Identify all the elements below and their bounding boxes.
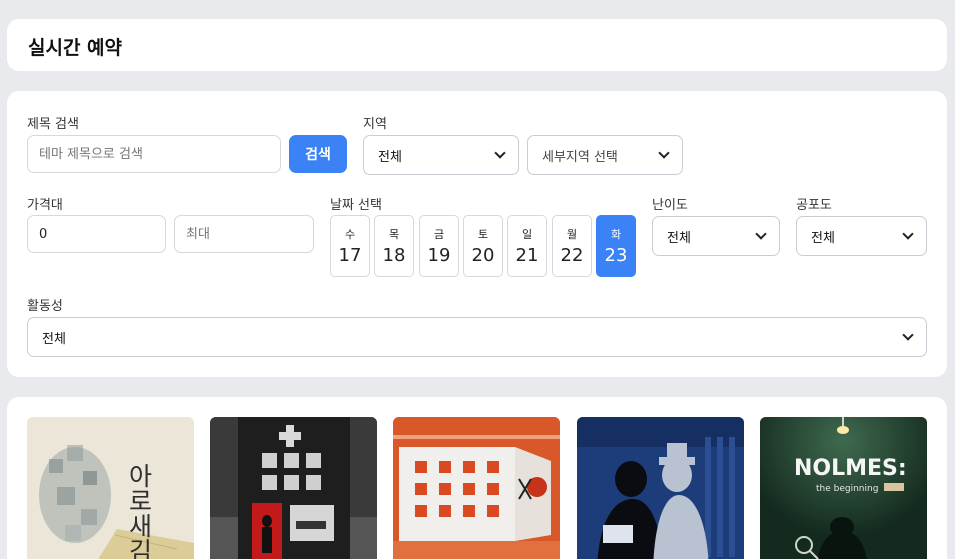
search-label: 제목 검색 xyxy=(27,117,79,132)
subregion-select[interactable]: 세부지역 선택 xyxy=(527,135,683,175)
chevron-down-icon xyxy=(494,147,506,159)
date-day[interactable]: 수 17 xyxy=(330,215,370,277)
day-number: 23 xyxy=(604,245,628,266)
filter-panel: 제목 검색 검색 지역 전체 세부지역 선택 가격대 날짜 선택 수 17 목 … xyxy=(7,91,947,377)
poster-subtitle: the beginning xyxy=(816,484,878,494)
day-number: 18 xyxy=(382,245,406,266)
theme-poster-image xyxy=(210,417,377,559)
activity-label: 활동성 xyxy=(27,299,63,314)
region-select[interactable]: 전체 xyxy=(363,135,519,175)
difficulty-select[interactable]: 전체 xyxy=(652,216,780,256)
theme-card[interactable] xyxy=(577,417,744,559)
date-day[interactable]: 일 21 xyxy=(507,215,547,277)
theme-list: 아로새김 NOLMES: the beginning xyxy=(7,397,947,559)
search-button[interactable]: 검색 xyxy=(289,135,347,173)
date-label: 날짜 선택 xyxy=(330,198,382,213)
price-label: 가격대 xyxy=(27,198,63,213)
price-min-input[interactable] xyxy=(27,215,166,253)
page-title: 실시간 예약 xyxy=(28,37,123,59)
day-number: 17 xyxy=(338,245,362,266)
theme-poster-image xyxy=(577,417,744,559)
date-day[interactable]: 토 20 xyxy=(463,215,503,277)
theme-card[interactable]: NOLMES: the beginning xyxy=(760,417,927,559)
price-max-input[interactable] xyxy=(174,215,314,253)
theme-poster-image: NOLMES: the beginning xyxy=(760,417,927,559)
activity-select-value: 전체 xyxy=(42,331,66,347)
activity-select[interactable]: 전체 xyxy=(27,317,927,357)
date-day-selected[interactable]: 화 23 xyxy=(596,215,636,277)
poster-title: NOLMES: xyxy=(794,456,907,481)
day-number: 22 xyxy=(560,245,584,266)
date-day[interactable]: 금 19 xyxy=(419,215,459,277)
poster-title: 아로새김 xyxy=(125,463,154,559)
theme-poster-image: 아로새김 xyxy=(27,417,194,559)
date-day[interactable]: 월 22 xyxy=(552,215,592,277)
theme-card[interactable]: 아로새김 xyxy=(27,417,194,559)
day-number: 21 xyxy=(515,245,539,266)
chevron-down-icon xyxy=(902,329,914,341)
fear-select[interactable]: 전체 xyxy=(796,216,927,256)
subregion-select-value: 세부지역 선택 xyxy=(542,149,618,165)
theme-card[interactable] xyxy=(393,417,560,559)
day-of-week: 일 xyxy=(521,228,533,241)
date-day[interactable]: 목 18 xyxy=(374,215,414,277)
chevron-down-icon xyxy=(755,228,767,240)
difficulty-label: 난이도 xyxy=(652,198,688,213)
fear-select-value: 전체 xyxy=(811,230,835,246)
chevron-down-icon xyxy=(902,228,914,240)
day-of-week: 목 xyxy=(388,228,400,241)
theme-card[interactable] xyxy=(210,417,377,559)
region-label: 지역 xyxy=(363,117,387,132)
day-of-week: 수 xyxy=(344,228,356,241)
theme-poster-image xyxy=(393,417,560,559)
search-input[interactable] xyxy=(27,135,281,173)
day-number: 20 xyxy=(471,245,495,266)
chevron-down-icon xyxy=(658,147,670,159)
day-of-week: 금 xyxy=(433,228,445,241)
title-card: 실시간 예약 xyxy=(7,19,947,71)
day-of-week: 화 xyxy=(610,228,622,241)
difficulty-select-value: 전체 xyxy=(667,230,691,246)
day-of-week: 토 xyxy=(477,228,489,241)
day-number: 19 xyxy=(427,245,451,266)
day-of-week: 월 xyxy=(566,228,578,241)
fear-label: 공포도 xyxy=(796,198,832,213)
region-select-value: 전체 xyxy=(378,149,402,165)
